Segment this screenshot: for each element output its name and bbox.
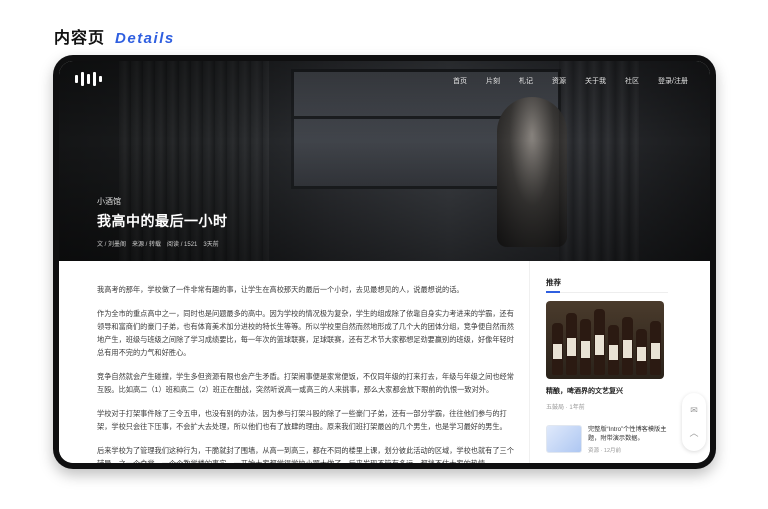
- page-heading: 内容页 Details: [54, 24, 175, 48]
- device-frame: 首页 片刻 札记 资源 关于我 社区 登录/注册 小酒馆 我高中的最后一小时 文…: [53, 55, 716, 469]
- rec2-thumbnail[interactable]: [546, 425, 582, 453]
- arrow-up-icon[interactable]: ︿: [689, 429, 698, 438]
- nav-item-moments[interactable]: 片刻: [486, 76, 500, 86]
- sidebar-title: 推荐: [546, 277, 668, 293]
- rec2-title[interactable]: 完整版“Intro”个性博客模版主题，附带演示数据。: [588, 425, 668, 443]
- post-author: 文 / 刘墨阁: [97, 242, 127, 248]
- hero-text: 小酒馆 我高中的最后一小时 文 / 刘墨阁 来源 / 转载 阅读 / 1521 …: [97, 196, 228, 248]
- top-nav: 首页 片刻 札记 资源 关于我 社区 登录/注册: [434, 76, 688, 86]
- nav-item-login[interactable]: 登录/注册: [658, 76, 688, 86]
- content-divider: [529, 261, 530, 463]
- screen: 首页 片刻 札记 资源 关于我 社区 登录/注册 小酒馆 我高中的最后一小时 文…: [59, 61, 710, 463]
- post-reads: 阅读 / 1521: [167, 242, 198, 248]
- rec2-item[interactable]: 完整版“Intro”个性博客模版主题，附带演示数据。 资源 · 12月前: [546, 425, 668, 454]
- post-time: 3天前: [203, 242, 219, 248]
- rec2-meta: 资源 · 12月前: [588, 448, 622, 454]
- rec1-meta: 五鼓局 · 1年前: [546, 405, 585, 411]
- article-paragraph: 竞争自然就会产生碰撞，学生多但资源有限也会产生矛盾。打架闹事便是家常便饭，不仅同…: [97, 372, 514, 394]
- page-heading-cn: 内容页: [54, 30, 106, 47]
- rec2-author: 资源: [588, 448, 600, 454]
- article-paragraph: 后来学校为了管理我们这种行为，干脆就封了围墙，从高一到高三，都在不同的楼里上课，…: [97, 446, 514, 463]
- floating-toolbar: ✉ ︿: [682, 393, 706, 451]
- post-meta: 文 / 刘墨阁 来源 / 转载 阅读 / 1521 3天前: [97, 239, 228, 248]
- article-paragraph: 学校对于打架事件除了三令五申，也没有别的办法，因为参与打架斗殴的除了一些豪门子弟…: [97, 409, 507, 431]
- hero-banner: 首页 片刻 札记 资源 关于我 社区 登录/注册 小酒馆 我高中的最后一小时 文…: [59, 61, 710, 261]
- rec1-image[interactable]: [546, 301, 664, 379]
- content-area: 我高考的那年，学校做了一件非常有趣的事，让学生在高校那天的最后一个小时，去见最想…: [59, 261, 710, 463]
- rec2-time: 12月前: [603, 448, 622, 454]
- article-paragraph: 我高考的那年，学校做了一件非常有趣的事，让学生在高校那天的最后一个小时，去见最想…: [97, 285, 464, 294]
- post-title: 我高中的最后一小时: [97, 213, 228, 229]
- mail-icon[interactable]: ✉: [690, 406, 698, 415]
- sidebar: 推荐 精酿，啤酒界的文艺复兴 五鼓局 · 1年前 完整版“Intro”个性博客模…: [546, 277, 668, 454]
- post-category[interactable]: 小酒馆: [97, 196, 228, 207]
- nav-item-resources[interactable]: 资源: [552, 76, 566, 86]
- post-source: 来源 / 转载: [132, 242, 162, 248]
- site-logo[interactable]: [75, 71, 102, 87]
- nav-item-home[interactable]: 首页: [453, 76, 467, 86]
- article-body: 我高考的那年，学校做了一件非常有趣的事，让学生在高校那天的最后一个小时，去见最想…: [97, 283, 515, 463]
- nav-item-about[interactable]: 关于我: [585, 76, 606, 86]
- rec1-time: 1年前: [569, 405, 585, 411]
- article-paragraph: 作为全市的重点高中之一，同时也是问题最多的高中。因为学校的情况极为复杂，学生的组…: [97, 309, 514, 357]
- page-heading-en: Details: [115, 30, 175, 47]
- rec1-author: 五鼓局: [546, 405, 565, 411]
- nav-item-community[interactable]: 社区: [625, 76, 639, 86]
- nav-item-notes[interactable]: 札记: [519, 76, 533, 86]
- rec1-title[interactable]: 精酿，啤酒界的文艺复兴: [546, 386, 668, 396]
